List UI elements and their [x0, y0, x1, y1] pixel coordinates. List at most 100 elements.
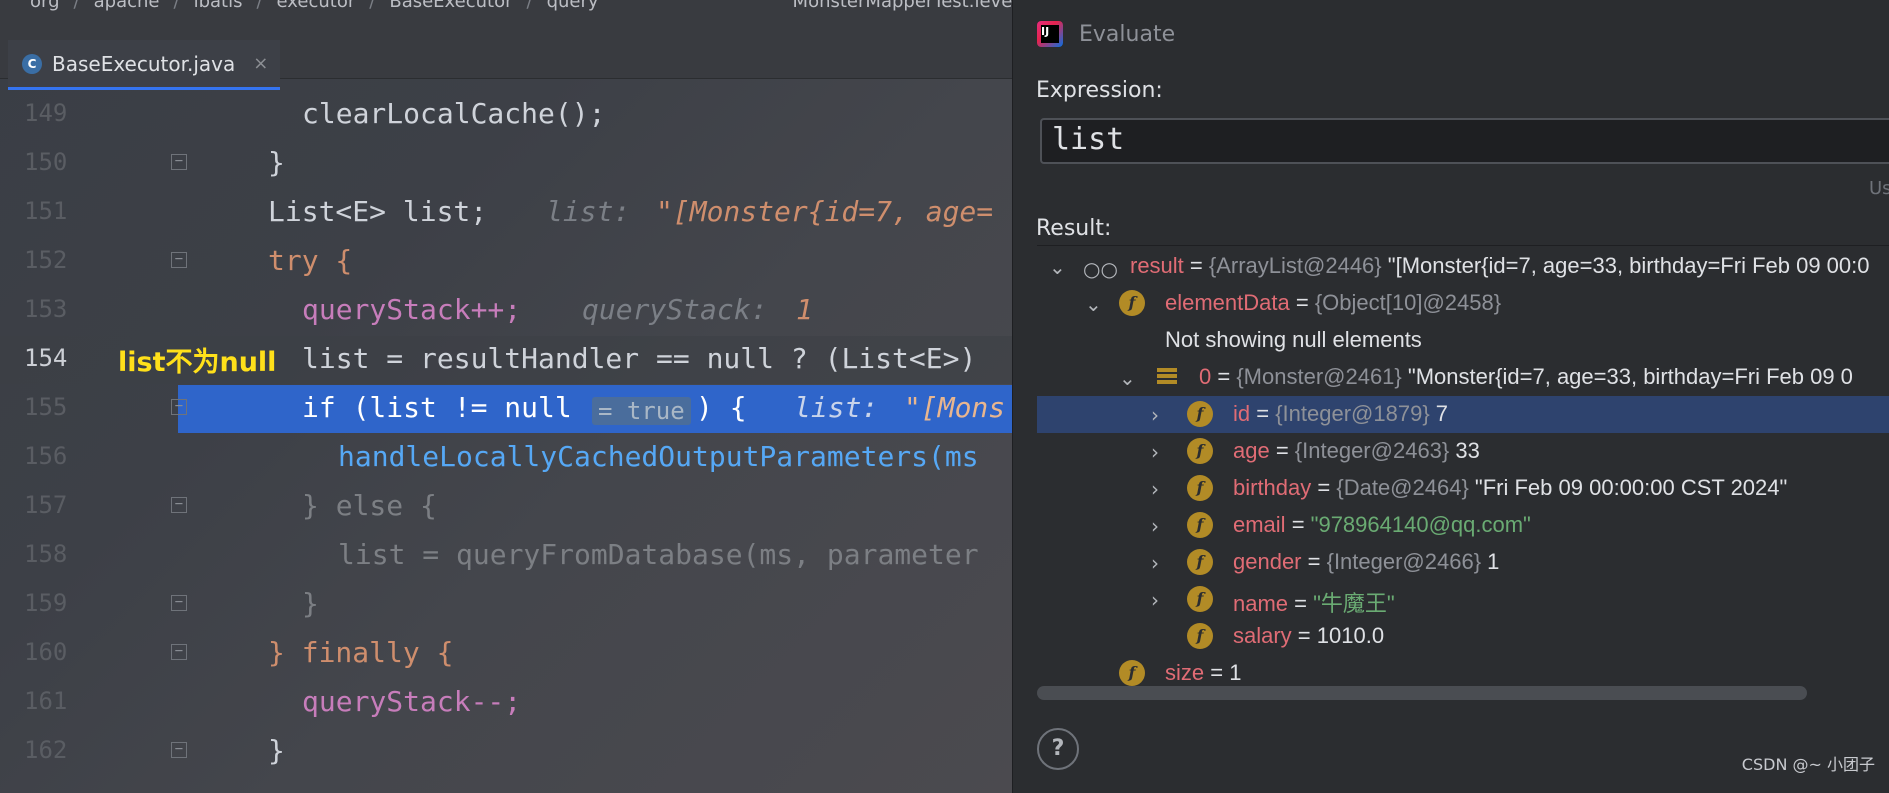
tree-row[interactable]: › f age = {Integer@2463} 33 — [1037, 433, 1889, 470]
line-number: 160 — [24, 638, 68, 666]
tree-row[interactable]: ⌄ f elementData = {Object[10]@2458} — [1037, 285, 1889, 322]
inline-hint-label: list: — [794, 391, 879, 424]
line-number: 158 — [24, 540, 68, 568]
code-line[interactable]: 149 clearLocalCache(); — [0, 91, 1012, 139]
code-line[interactable]: 162 − } — [0, 728, 1012, 776]
code-text: if (list != null — [302, 391, 572, 424]
field-icon: f — [1187, 586, 1213, 612]
code-editor[interactable]: org / apache / ibatis / executor / BaseExecu… — [0, 0, 1012, 793]
code-line[interactable]: 161 queryStack--; — [0, 679, 1012, 727]
line-number: 162 — [24, 736, 68, 764]
breadcrumb-item[interactable]: org — [30, 0, 60, 12]
help-button[interactable]: ? — [1037, 728, 1079, 770]
code-line[interactable]: 151 List<E> list; list: "[Monster{id=7, … — [0, 189, 1012, 237]
code-text: List<E> list; — [268, 195, 488, 228]
breadcrumb-item[interactable]: ibatis — [194, 0, 243, 12]
chevron-right-icon[interactable]: › — [1151, 588, 1159, 612]
fold-icon[interactable]: − — [171, 252, 187, 268]
line-number: 151 — [24, 197, 68, 225]
expression-input[interactable]: list — [1040, 118, 1889, 164]
chevron-down-icon[interactable]: ⌄ — [1085, 292, 1102, 316]
node-name: gender — [1233, 549, 1302, 574]
field-icon: f — [1119, 660, 1145, 686]
node-name: elementData — [1165, 290, 1290, 315]
node-name: age — [1233, 438, 1270, 463]
fold-icon[interactable]: − — [171, 742, 187, 758]
tree-row[interactable]: › f email = "978964140@qq.com" — [1037, 507, 1889, 544]
watermark: CSDN @~ 小团子 — [1741, 755, 1875, 774]
code-line[interactable]: 153 queryStack++; queryStack: 1 — [0, 287, 1012, 335]
field-icon: f — [1187, 401, 1213, 427]
node-name: email — [1233, 512, 1286, 537]
node-value: 1 — [1229, 660, 1242, 685]
editor-tab[interactable]: C BaseExecutor.java × — [8, 40, 280, 90]
code-text: } finally { — [268, 636, 454, 669]
node-name: 0 — [1199, 364, 1212, 389]
breadcrumb-item[interactable]: query — [547, 0, 599, 12]
code-line[interactable]: 156 handleLocallyCachedOutputParameters(… — [0, 434, 1012, 482]
close-icon[interactable]: × — [253, 53, 268, 74]
fold-icon[interactable]: − — [171, 154, 187, 170]
node-type: {Integer@2463} — [1294, 438, 1456, 463]
chevron-right-icon[interactable]: › — [1151, 514, 1159, 538]
code-text: list = queryFromDatabase(ms, parameter — [338, 538, 979, 571]
node-type: {Date@2464} — [1336, 475, 1475, 500]
node-type: {Integer@1879} — [1275, 401, 1436, 426]
inline-hint-label: list: — [546, 195, 631, 228]
breadcrumb-item[interactable]: executor — [277, 0, 356, 12]
run-config[interactable]: MonsterMapperTest.level1CacheTest — [793, 0, 1012, 12]
line-number: 154 — [24, 344, 68, 372]
code-line-execution-point[interactable]: if (list != null = true ) { list: "[Mons — [178, 385, 1012, 433]
node-value: 1010.0 — [1316, 623, 1385, 648]
line-number: 153 — [24, 295, 68, 323]
line-number: 155 — [24, 393, 68, 421]
inline-hint-value: "[Monster{id=7, age= — [656, 195, 994, 228]
code-line[interactable]: 159 − } — [0, 581, 1012, 629]
code-text: } — [268, 146, 285, 179]
tree-row[interactable]: › f name = "牛魔王" — [1037, 581, 1889, 618]
tree-row[interactable]: ⌄ ○○ result = {ArrayList@2446} "[Monster… — [1037, 248, 1889, 285]
code-text: queryStack--; — [302, 685, 522, 718]
line-number: 150 — [24, 148, 68, 176]
chevron-right-icon[interactable]: › — [1151, 403, 1159, 427]
chevron-right-icon[interactable]: › — [1151, 440, 1159, 464]
code-line[interactable]: 157 − } else { — [0, 483, 1012, 531]
code-text: } — [268, 734, 285, 767]
fold-icon[interactable]: − — [171, 497, 187, 513]
line-number: 149 — [24, 99, 68, 127]
chevron-down-icon[interactable]: ⌄ — [1119, 366, 1136, 390]
line-number: 157 — [24, 491, 68, 519]
tree-row-selected[interactable]: › f id = {Integer@1879} 7 — [1037, 396, 1889, 433]
code-line[interactable]: 150 − } — [0, 140, 1012, 188]
result-tree[interactable]: ⌄ ○○ result = {ArrayList@2446} "[Monster… — [1037, 245, 1889, 704]
field-icon: f — [1187, 438, 1213, 464]
node-name: id — [1233, 401, 1251, 426]
expression-value[interactable]: list — [1052, 122, 1124, 157]
info-text: Not showing null elements — [1165, 327, 1422, 352]
fold-icon[interactable]: − — [171, 399, 187, 415]
tree-row[interactable]: f salary = 1010.0 — [1037, 618, 1889, 655]
breadcrumb-item[interactable]: apache — [94, 0, 160, 12]
chevron-down-icon[interactable]: ⌄ — [1049, 255, 1066, 279]
field-icon: f — [1119, 290, 1145, 316]
fold-icon[interactable]: − — [171, 595, 187, 611]
node-name: result — [1130, 253, 1184, 278]
code-line[interactable]: 152 − try { — [0, 238, 1012, 286]
fold-icon[interactable]: − — [171, 644, 187, 660]
class-icon: C — [22, 53, 42, 74]
tree-row[interactable]: ⌄ 0 = {Monster@2461} "Monster{id=7, age=… — [1037, 359, 1889, 396]
breadcrumb-item[interactable]: BaseExecutor — [389, 0, 512, 12]
dialog-title-bar[interactable]: IJ Evaluate — [1013, 8, 1889, 60]
chevron-right-icon[interactable]: › — [1151, 477, 1159, 501]
tree-row[interactable]: › f birthday = {Date@2464} "Fri Feb 09 0… — [1037, 470, 1889, 507]
code-line[interactable]: 160 − } finally { — [0, 630, 1012, 678]
chevron-right-icon[interactable]: › — [1151, 551, 1159, 575]
tab-label: BaseExecutor.java — [52, 51, 236, 76]
tree-row-info: Not showing null elements — [1037, 322, 1889, 359]
horizontal-scrollbar[interactable] — [1037, 686, 1807, 700]
code-line[interactable]: 158 list = queryFromDatabase(ms, paramet… — [0, 532, 1012, 580]
node-type: {Object[10]@2458} — [1314, 290, 1502, 315]
node-name: birthday — [1233, 475, 1312, 500]
tree-row[interactable]: › f gender = {Integer@2466} 1 — [1037, 544, 1889, 581]
gutter: 155 − — [0, 385, 187, 433]
